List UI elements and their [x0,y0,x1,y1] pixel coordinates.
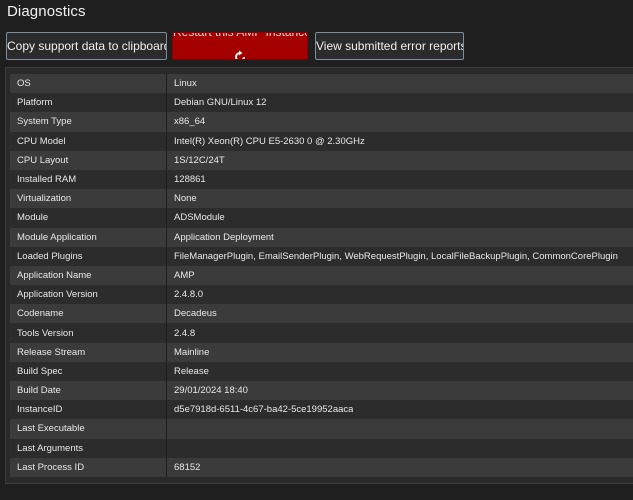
row-value: None [174,193,197,205]
row-key: Module [10,208,167,228]
row-value: 29/01/2024 18:40 [174,385,248,397]
row-value: d5e7918d-6511-4c67-ba42-5ce19952aaca [174,404,354,416]
row-value: AMP [174,269,195,281]
row-value: Intel(R) Xeon(R) CPU E5-2630 0 @ 2.30GHz [174,135,365,147]
row-key: Loaded Plugins [10,246,167,266]
row-value: 68152 [174,461,201,473]
table-row: Virtualization None [10,189,633,209]
table-row: Module Application Application Deployment [10,227,633,247]
row-key: System Type [10,112,167,132]
row-key: Virtualization [10,189,167,209]
view-error-reports-button[interactable]: View submitted error reports [315,32,464,60]
row-value: 128861 [174,174,206,186]
row-value: Release [174,365,209,377]
page-title: Diagnostics [7,3,86,20]
table-row: Loaded Plugins FileManagerPlugin, EmailSe… [10,246,633,266]
row-key: Last Arguments [10,438,167,458]
row-key: InstanceID [10,400,167,420]
table-row: OS Linux [10,74,633,94]
table-row: Build Date 29/01/2024 18:40 [10,381,633,401]
row-value: Linux [174,78,197,90]
table-row: Application Name AMP [10,265,633,286]
row-key: Installed RAM [10,169,167,190]
table-row: Module ADSModule [10,208,633,228]
row-value: 1S/12C/24T [174,154,225,166]
row-key: Build Date [10,381,167,401]
table-row: Platform Debian GNU/Linux 12 [10,93,633,113]
row-key: Codename [10,304,167,324]
row-key: Last Executable [10,419,167,439]
row-value: Mainline [174,346,210,358]
copy-support-data-button[interactable]: Copy support data to clipboard [6,32,167,60]
table-row: Last Arguments [10,438,633,458]
row-key: Application Version [10,285,167,305]
row-value: Decadeus [174,308,217,320]
row-key: Tools Version [10,323,167,343]
table-row: Last Process ID 68152 [10,457,633,477]
row-key: Last Process ID [10,457,167,477]
row-key: Application Name [10,265,167,286]
row-key: Release Stream [10,342,167,362]
restart-instance-button[interactable]: Restart this AMP Instance [172,32,308,60]
row-value: Debian GNU/Linux 12 [174,97,267,109]
row-value: ADSModule [174,212,225,224]
refresh-spinner-icon [235,50,245,59]
table-row: System Type x86_64 [10,112,633,132]
row-key: CPU Layout [10,150,167,170]
row-value: Application Deployment [174,231,274,243]
row-key: Module Application [10,227,167,247]
table-row: Codename Decadeus [10,304,633,324]
restart-button-label: Restart this AMP Instance [173,32,308,39]
table-row: Last Executable [10,419,633,439]
diagnostics-table: OS Linux Platform Debian GNU/Linux 12 System… [10,74,633,477]
row-key: Build Spec [10,361,167,381]
diagnostics-panel: OS Linux Platform Debian GNU/Linux 12 System… [5,67,633,484]
table-row: CPU Model Intel(R) Xeon(R) CPU E5-2630 0 … [10,131,633,151]
table-row: CPU Layout 1S/12C/24T [10,150,633,170]
row-value: 2.4.8.0 [174,289,204,301]
table-row: InstanceID d5e7918d-6511-4c67-ba42-5ce199… [10,400,633,420]
row-key: OS [10,74,167,94]
table-row: Tools Version 2.4.8 [10,323,633,343]
table-row: Application Version 2.4.8.0 [10,285,633,305]
row-value: 2.4.8 [174,327,196,339]
row-value: FileManagerPlugin, EmailSenderPlugin, We… [174,250,618,262]
table-row: Build Spec Release [10,361,633,381]
row-value: x86_64 [174,116,206,128]
row-key: CPU Model [10,131,167,151]
table-row: Release Stream Mainline [10,342,633,362]
table-row: Installed RAM 128861 [10,169,633,190]
row-key: Platform [10,93,167,113]
